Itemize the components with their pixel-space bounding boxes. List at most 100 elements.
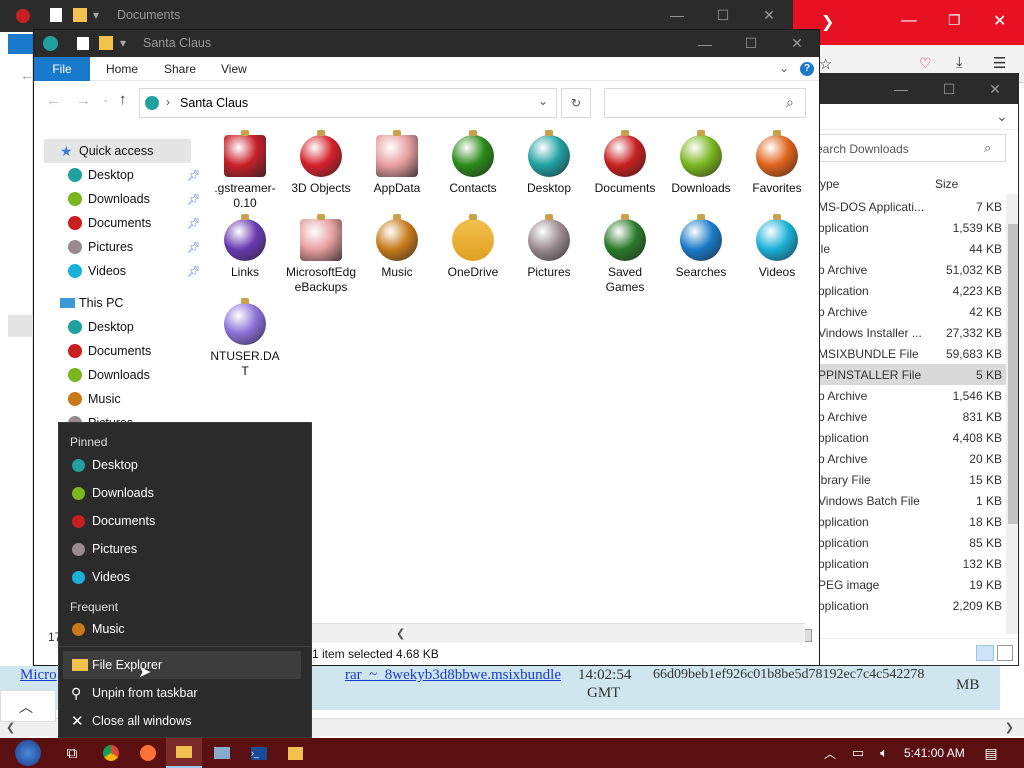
tab-home[interactable]: Home xyxy=(94,57,150,81)
folder-item[interactable]: Documents xyxy=(589,130,661,196)
download-list-row[interactable]: pplication 4,223 KB xyxy=(806,280,1018,301)
column-type[interactable]: ype xyxy=(820,177,839,191)
download-list-row[interactable]: p Archive 831 KB xyxy=(806,406,1018,427)
folder-item[interactable]: MicrosoftEdgeBackups xyxy=(285,214,357,295)
jump-item-pinned[interactable]: Pictures xyxy=(59,535,311,563)
jump-item-music[interactable]: Music xyxy=(59,615,311,643)
back-arrow-icon[interactable]: ← xyxy=(46,92,61,109)
nav-pc-item[interactable]: Downloads xyxy=(44,363,199,387)
nav-qa-item[interactable]: Desktop 📌︎ xyxy=(44,163,199,187)
folder-item[interactable]: Pictures xyxy=(513,214,585,280)
store-button[interactable] xyxy=(277,738,313,768)
close-button[interactable]: ✕ xyxy=(774,30,820,57)
folder-item[interactable]: Favorites xyxy=(741,130,813,196)
properties-icon[interactable] xyxy=(50,8,62,22)
download-list-row[interactable]: p Archive 42 KB xyxy=(806,301,1018,322)
jump-action-unpin[interactable]: ⚲ Unpin from taskbar xyxy=(59,679,311,707)
maximize-button[interactable]: ☐ xyxy=(728,30,774,57)
up-arrow-icon[interactable]: ↑ xyxy=(119,91,127,108)
column-size[interactable]: Size xyxy=(935,177,958,191)
minimize-icon[interactable]: — xyxy=(901,12,917,30)
download-list-row[interactable]: ile 44 KB xyxy=(806,238,1018,259)
nav-pc-item[interactable]: Desktop xyxy=(44,315,199,339)
download-list-row[interactable]: pplication 132 KB xyxy=(806,553,1018,574)
jump-action-file-explorer[interactable]: File Explorer xyxy=(63,651,301,679)
nav-pc-item[interactable]: Documents xyxy=(44,339,199,363)
downloads-search[interactable]: earch Downloads ⌕ xyxy=(806,134,1006,162)
details-view-icon[interactable] xyxy=(976,645,994,661)
photos-button[interactable] xyxy=(204,738,240,768)
nav-qa-item[interactable]: Downloads 📌︎ xyxy=(44,187,199,211)
folder-item[interactable]: Contacts xyxy=(437,130,509,196)
maximize-button[interactable]: ☐ xyxy=(926,74,972,104)
action-center-icon[interactable]: ▤ xyxy=(976,738,1006,768)
show-hidden-icons[interactable]: ︿ xyxy=(818,738,842,768)
tiles-view-icon[interactable] xyxy=(997,645,1013,661)
back-arrow-icon[interactable]: ← xyxy=(20,67,34,83)
close-button[interactable]: ✕ xyxy=(746,0,792,30)
refresh-button[interactable]: ↻ xyxy=(561,88,591,118)
search-input[interactable]: ⌕ xyxy=(604,88,806,118)
explorer-hscroll[interactable]: ❮ xyxy=(312,623,805,643)
tab-share[interactable]: Share xyxy=(152,57,208,81)
folder-item[interactable]: Videos xyxy=(741,214,813,280)
download-list-row[interactable]: p Archive 51,032 KB xyxy=(806,259,1018,280)
folder-item[interactable]: NTUSER.DAT xyxy=(209,298,281,379)
chrome-button[interactable] xyxy=(93,738,129,768)
folder-item[interactable]: OneDrive xyxy=(437,214,509,280)
download-icon[interactable]: ⤓ xyxy=(956,54,963,71)
jump-action-close-all[interactable]: ✕ Close all windows xyxy=(59,707,311,735)
row-link-prefix[interactable]: Micro xyxy=(20,667,57,684)
download-list-row[interactable]: Vindows Batch File 1 KB xyxy=(806,490,1018,511)
download-list-row[interactable]: PEG image 19 KB xyxy=(806,574,1018,595)
jump-item-pinned[interactable]: Videos xyxy=(59,563,311,591)
folder-item[interactable]: Searches xyxy=(665,214,737,280)
firefox-button[interactable] xyxy=(130,738,166,768)
folder-item[interactable]: Desktop xyxy=(513,130,585,196)
folder-item[interactable]: Music xyxy=(361,214,433,280)
tab-view[interactable]: View xyxy=(209,57,259,81)
download-list-row[interactable]: pplication 1,539 KB xyxy=(806,217,1018,238)
nav-qa-item[interactable]: Pictures 📌︎ xyxy=(44,235,199,259)
maximize-button[interactable]: ☐ xyxy=(700,0,746,30)
star-icon[interactable]: ☆ xyxy=(819,55,832,73)
forward-arrow-icon[interactable]: → xyxy=(76,92,91,109)
nav-qa-item[interactable]: Videos 📌︎ xyxy=(44,259,199,283)
minimize-button[interactable]: — xyxy=(878,74,924,104)
new-folder-icon[interactable] xyxy=(73,8,87,22)
download-list-row[interactable]: pplication 2,209 KB xyxy=(806,595,1018,616)
network-icon[interactable]: ▭ xyxy=(846,738,870,768)
folder-item[interactable]: Downloads xyxy=(665,130,737,196)
download-list-row[interactable]: PPINSTALLER File 5 KB xyxy=(806,364,1018,385)
task-view-button[interactable]: ⧉ xyxy=(54,738,90,768)
nav-this-pc[interactable]: This PC xyxy=(44,291,199,315)
download-list-row[interactable]: ibrary File 15 KB xyxy=(806,469,1018,490)
folder-item[interactable]: 3D Objects xyxy=(285,130,357,196)
address-box[interactable]: › Santa Claus ⌄ xyxy=(139,88,557,118)
download-list-row[interactable]: pplication 18 KB xyxy=(806,511,1018,532)
row-link[interactable]: rar_~_8wekyb3d8bbwe.msixbundle xyxy=(345,667,561,684)
start-button[interactable] xyxy=(8,738,48,768)
chevron-down-icon[interactable]: ⌄ xyxy=(996,108,1008,125)
download-list-row[interactable]: p Archive 20 KB xyxy=(806,448,1018,469)
minimize-button[interactable]: — xyxy=(654,0,700,30)
download-list-row[interactable]: p Archive 1,546 KB xyxy=(806,385,1018,406)
scroll-right-icon[interactable]: ❯ xyxy=(1005,721,1014,734)
download-list-row[interactable]: MS-DOS Applicati... 7 KB xyxy=(806,196,1018,217)
restore-icon[interactable]: ❐ xyxy=(948,12,961,29)
volume-icon[interactable]: 🔈︎ xyxy=(872,738,896,768)
chevron-down-icon[interactable]: ▾ xyxy=(93,8,99,22)
vertical-scrollbar[interactable] xyxy=(1006,194,1018,634)
scroll-left-icon[interactable]: ❮ xyxy=(396,627,405,640)
folder-item[interactable]: AppData xyxy=(361,130,433,196)
jump-item-pinned[interactable]: Documents xyxy=(59,507,311,535)
minimize-button[interactable]: — xyxy=(682,30,728,57)
scroll-up-button[interactable]: ︿ xyxy=(0,690,56,722)
download-list-row[interactable]: pplication 4,408 KB xyxy=(806,427,1018,448)
tab-file[interactable]: File xyxy=(34,57,90,81)
new-folder-icon[interactable] xyxy=(99,36,113,50)
clock[interactable]: 5:41:00 AM xyxy=(904,746,965,760)
chevron-down-icon[interactable]: ❯ xyxy=(821,12,834,32)
menu-icon[interactable]: ☰ xyxy=(993,54,1006,72)
download-list-row[interactable]: MSIXBUNDLE File 59,683 KB xyxy=(806,343,1018,364)
